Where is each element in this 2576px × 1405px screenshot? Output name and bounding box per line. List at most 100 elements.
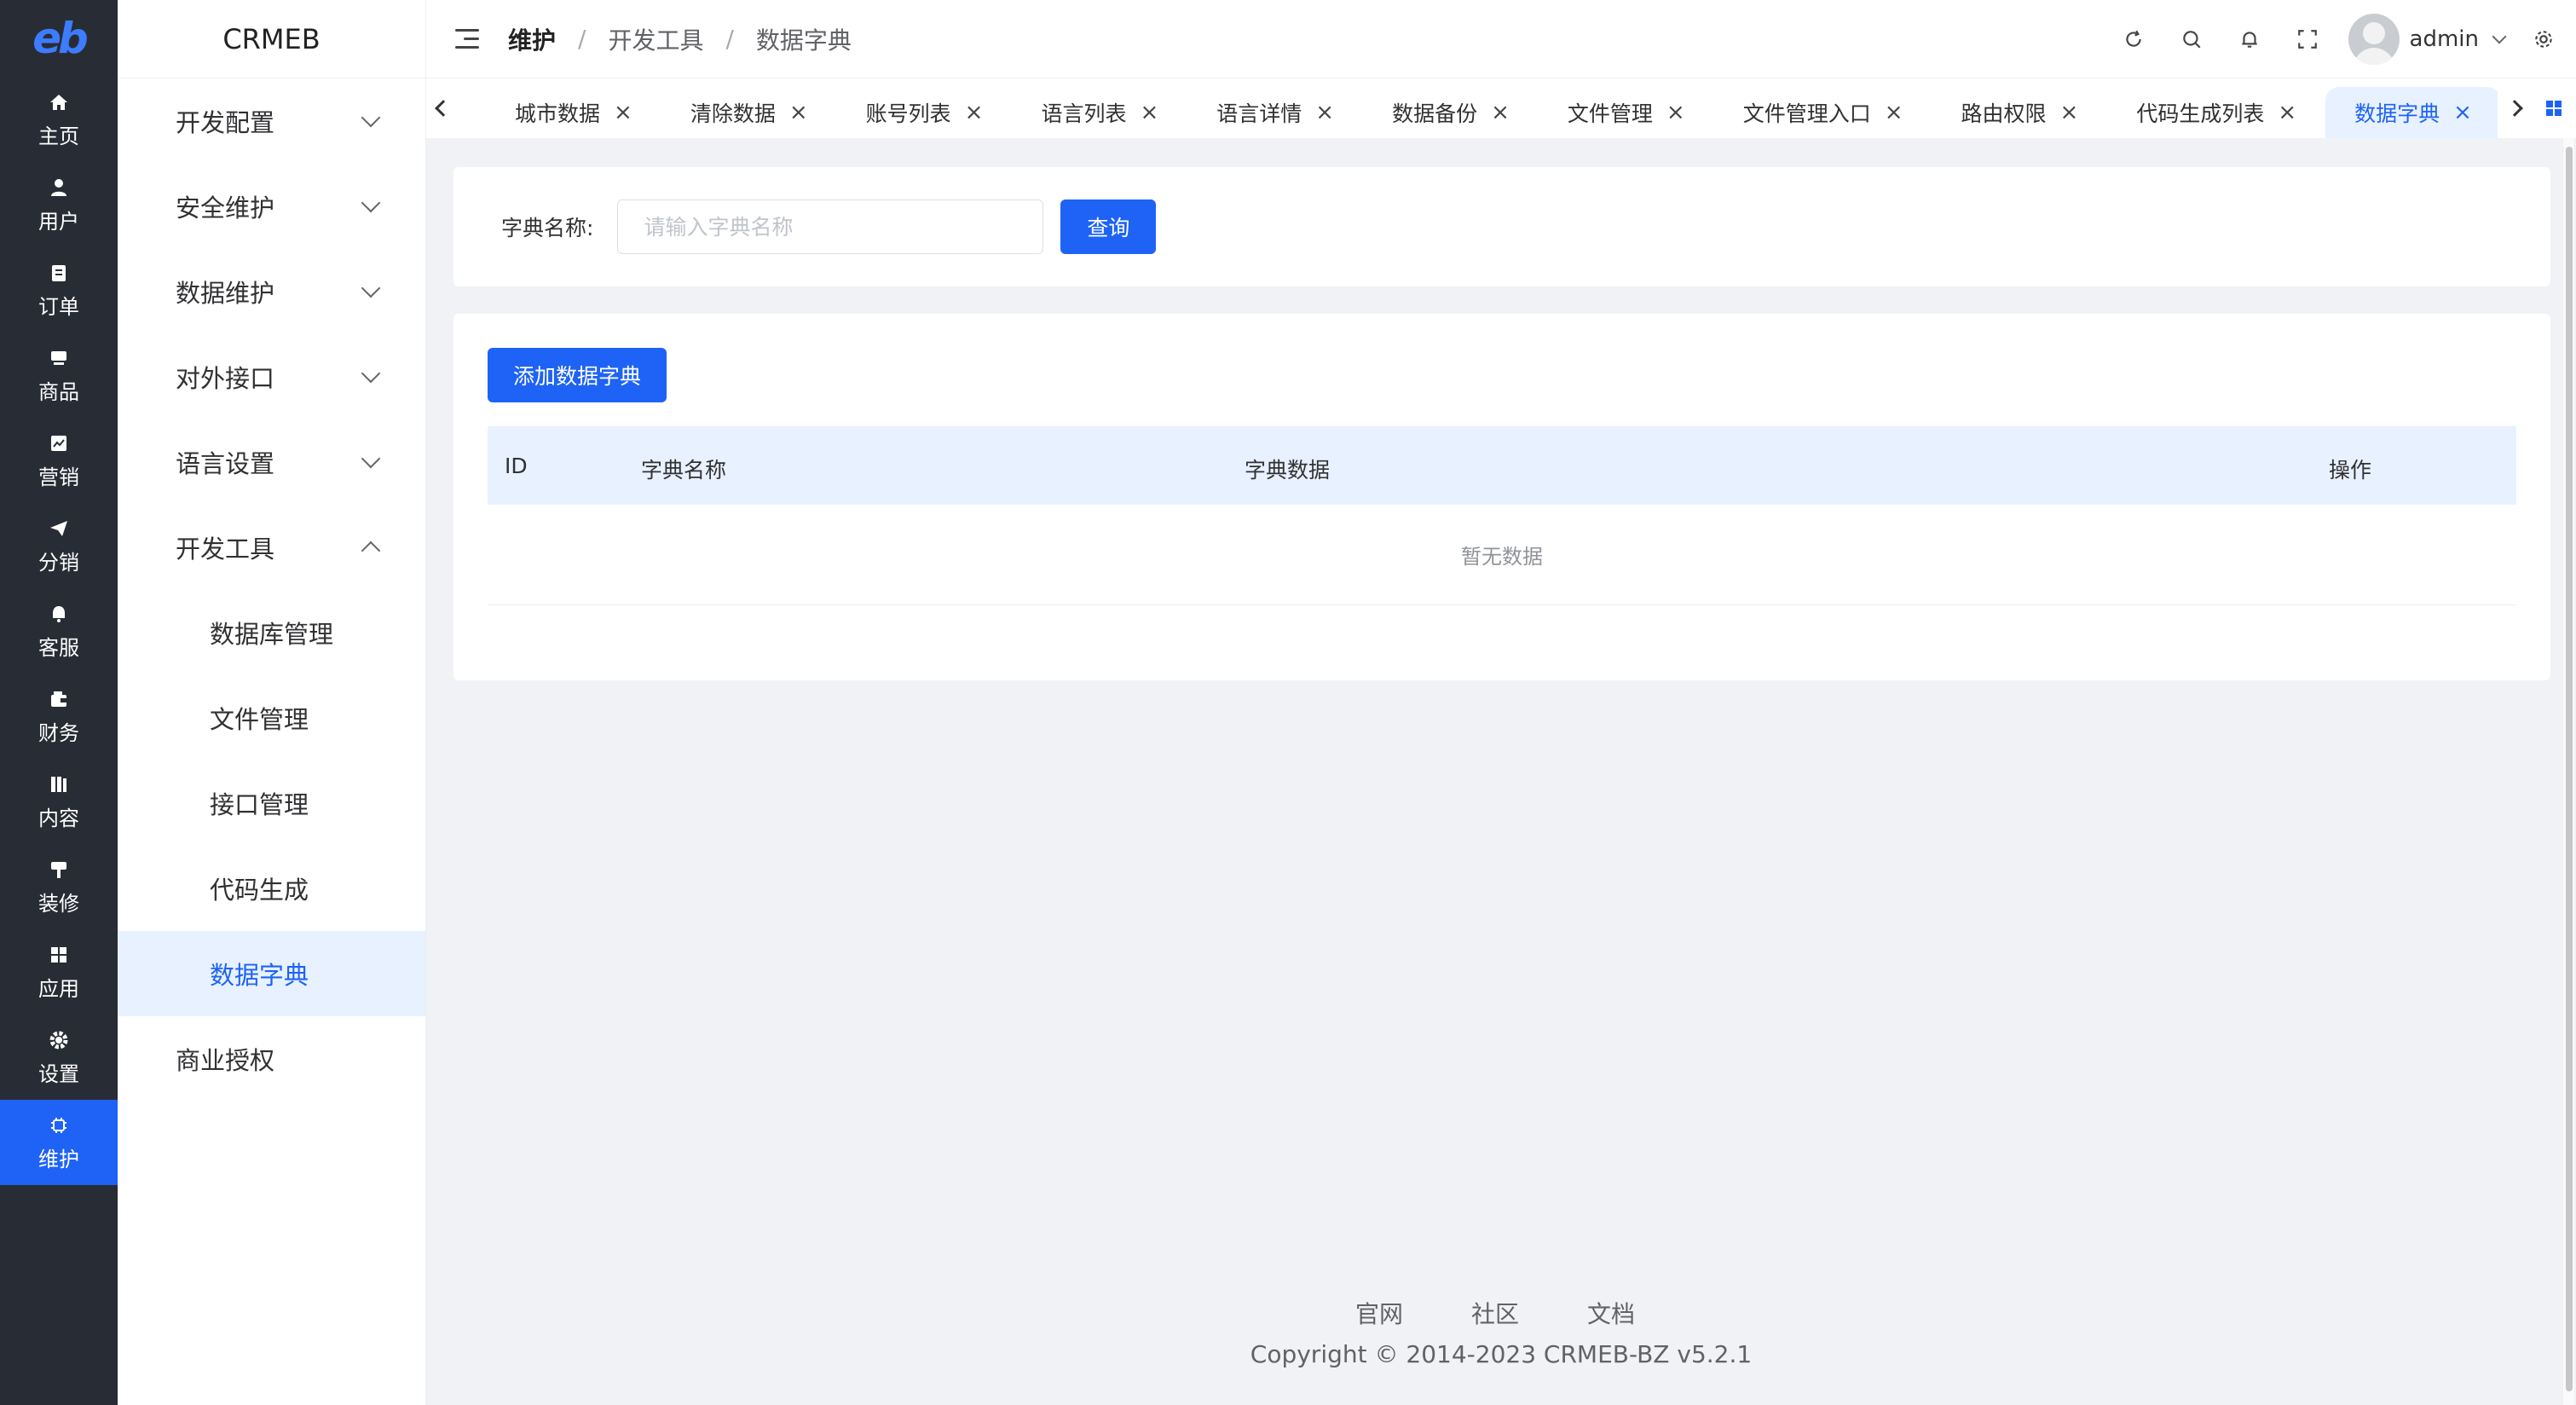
menu-group-dev-config[interactable]: 开发配置 — [118, 78, 425, 164]
tab-route-permission[interactable]: 路由权限 × — [1932, 87, 2108, 138]
dictionary-name-input[interactable] — [617, 199, 1044, 254]
close-icon[interactable]: × — [1666, 100, 1685, 125]
menu-group-data-maintenance[interactable]: 数据维护 — [118, 249, 425, 334]
rail-item-settings[interactable]: 设置 — [0, 1015, 118, 1100]
tab-file-manage-entry[interactable]: 文件管理入口 × — [1714, 87, 1932, 138]
settings-gear-icon[interactable] — [2527, 14, 2561, 65]
distribution-icon — [47, 517, 71, 541]
breadcrumb-item[interactable]: 维护 — [508, 22, 556, 56]
column-header-actions: 操作 — [2329, 458, 2372, 483]
close-icon[interactable]: × — [1491, 100, 1510, 125]
menu-group-security[interactable]: 安全维护 — [118, 164, 425, 249]
tab-data-dictionary[interactable]: 数据字典 × — [2325, 87, 2498, 138]
footer-link-docs[interactable]: 文档 — [1587, 1296, 1635, 1330]
close-icon[interactable]: × — [2278, 100, 2296, 125]
rail-item-customer-service[interactable]: 客服 — [0, 588, 118, 674]
close-icon[interactable]: × — [789, 100, 808, 125]
menu-group-external-api[interactable]: 对外接口 — [118, 334, 425, 419]
sub-menu-panel: CRMEB 开发配置 安全维护 数据维护 对外接口 语言设置 开发工具 数据库管… — [118, 0, 426, 1405]
tabs-scroll-left-icon[interactable] — [426, 78, 460, 138]
rail-item-content[interactable]: 内容 — [0, 759, 118, 844]
main-nav-rail: eb 主页 用户 订单 商品 营销 分销 客服 财务 内容 装修 应用 设置 维… — [0, 0, 118, 1405]
breadcrumb-separator: / — [578, 25, 586, 53]
tabs-menu-grid-icon[interactable] — [2532, 78, 2576, 138]
chevron-down-icon[interactable] — [2492, 29, 2507, 43]
tab-account-list[interactable]: 账号列表 × — [837, 87, 1013, 138]
tab-language-detail[interactable]: 语言详情 × — [1187, 87, 1363, 138]
menu-group-language[interactable]: 语言设置 — [118, 419, 425, 505]
search-icon[interactable] — [2163, 14, 2221, 65]
dictionary-table-card: 添加数据字典 ID 字典名称 字典数据 操作 暂无数据 — [453, 314, 2550, 680]
top-header: 维护 / 开发工具 / 数据字典 admin — [426, 0, 2576, 78]
apps-icon — [47, 943, 71, 967]
tab-city-data[interactable]: 城市数据 × — [486, 87, 661, 138]
column-header-id: ID — [505, 454, 528, 478]
maintenance-icon — [47, 1113, 71, 1137]
copyright-text: Copyright © 2014-2023 CRMEB-BZ v5.2.1 — [1250, 1340, 1753, 1368]
table-empty-state: 暂无数据 — [488, 505, 2516, 605]
rail-item-maintenance[interactable]: 维护 — [0, 1100, 118, 1185]
rail-item-distribution[interactable]: 分销 — [0, 503, 118, 588]
chevron-down-icon — [361, 448, 381, 469]
breadcrumb-item[interactable]: 开发工具 — [608, 22, 703, 56]
chevron-up-icon — [361, 541, 381, 561]
footer-links: 官网 社区 文档 — [1355, 1296, 1635, 1330]
username[interactable]: admin — [2410, 26, 2479, 52]
chevron-down-icon — [361, 363, 381, 384]
rail-item-decoration[interactable]: 装修 — [0, 844, 118, 929]
add-dictionary-button[interactable]: 添加数据字典 — [488, 348, 667, 402]
table-header: ID 字典名称 字典数据 操作 — [488, 426, 2516, 505]
chevron-down-icon — [361, 193, 381, 213]
query-button[interactable]: 查询 — [1060, 199, 1157, 254]
marketing-icon — [47, 431, 71, 455]
tab-data-backup[interactable]: 数据备份 × — [1363, 87, 1539, 138]
close-icon[interactable]: × — [2060, 100, 2079, 125]
menu-item-data-dictionary[interactable]: 数据字典 — [118, 931, 425, 1016]
chevron-down-icon — [361, 107, 381, 128]
breadcrumb: 维护 / 开发工具 / 数据字典 — [508, 22, 852, 56]
tab-clear-data[interactable]: 清除数据 × — [661, 87, 837, 138]
breadcrumb-current: 数据字典 — [755, 26, 852, 55]
close-icon[interactable]: × — [1315, 100, 1334, 125]
avatar[interactable] — [2348, 13, 2400, 65]
rail-item-product[interactable]: 商品 — [0, 332, 118, 418]
fullscreen-icon[interactable] — [2279, 14, 2336, 65]
rail-item-user[interactable]: 用户 — [0, 162, 118, 247]
chevron-down-icon — [361, 278, 381, 298]
menu-item-file-manage[interactable]: 文件管理 — [118, 675, 425, 760]
close-icon[interactable]: × — [614, 100, 632, 125]
rail-item-order[interactable]: 订单 — [0, 247, 118, 332]
rail-item-finance[interactable]: 财务 — [0, 674, 118, 759]
footer-link-official-site[interactable]: 官网 — [1355, 1296, 1403, 1330]
close-icon[interactable]: × — [1885, 100, 1903, 125]
user-icon — [47, 176, 71, 199]
rail-item-apps[interactable]: 应用 — [0, 929, 118, 1015]
menu-item-code-gen[interactable]: 代码生成 — [118, 846, 425, 931]
decoration-icon — [47, 858, 71, 882]
page-scrollbar[interactable] — [2562, 138, 2574, 1405]
close-icon[interactable]: × — [965, 100, 984, 125]
tab-language-list[interactable]: 语言列表 × — [1012, 87, 1187, 138]
scrollbar-thumb[interactable] — [2566, 147, 2573, 1391]
menu-group-dev-tools[interactable]: 开发工具 — [118, 505, 425, 590]
refresh-icon[interactable] — [2105, 14, 2163, 65]
logo[interactable]: eb — [0, 0, 118, 77]
tabs-scroll-right-icon[interactable] — [2498, 78, 2532, 138]
rail-item-marketing[interactable]: 营销 — [0, 418, 118, 503]
close-icon[interactable]: × — [1140, 100, 1158, 125]
brand-title: CRMEB — [118, 0, 425, 78]
menu-group-license[interactable]: 商业授权 — [118, 1016, 425, 1101]
menu-item-database[interactable]: 数据库管理 — [118, 590, 425, 675]
collapse-menu-icon[interactable] — [455, 28, 479, 49]
footer-link-community[interactable]: 社区 — [1471, 1296, 1519, 1330]
tab-list: 城市数据 × 清除数据 × 账号列表 × 语言列表 × 语言详情 × 数据备份 × 文件管理… — [460, 78, 2498, 138]
tab-file-manage[interactable]: 文件管理 × — [1539, 87, 1714, 138]
tab-code-gen-list[interactable]: 代码生成列表 × — [2107, 87, 2325, 138]
menu-item-api-manage[interactable]: 接口管理 — [118, 760, 425, 846]
rail-item-home[interactable]: 主页 — [0, 77, 118, 162]
product-icon — [47, 346, 71, 370]
dictionary-name-label: 字典名称: — [501, 216, 594, 240]
close-icon[interactable]: × — [2453, 100, 2472, 125]
bell-icon[interactable] — [2221, 14, 2279, 65]
customer-service-icon — [47, 602, 71, 626]
